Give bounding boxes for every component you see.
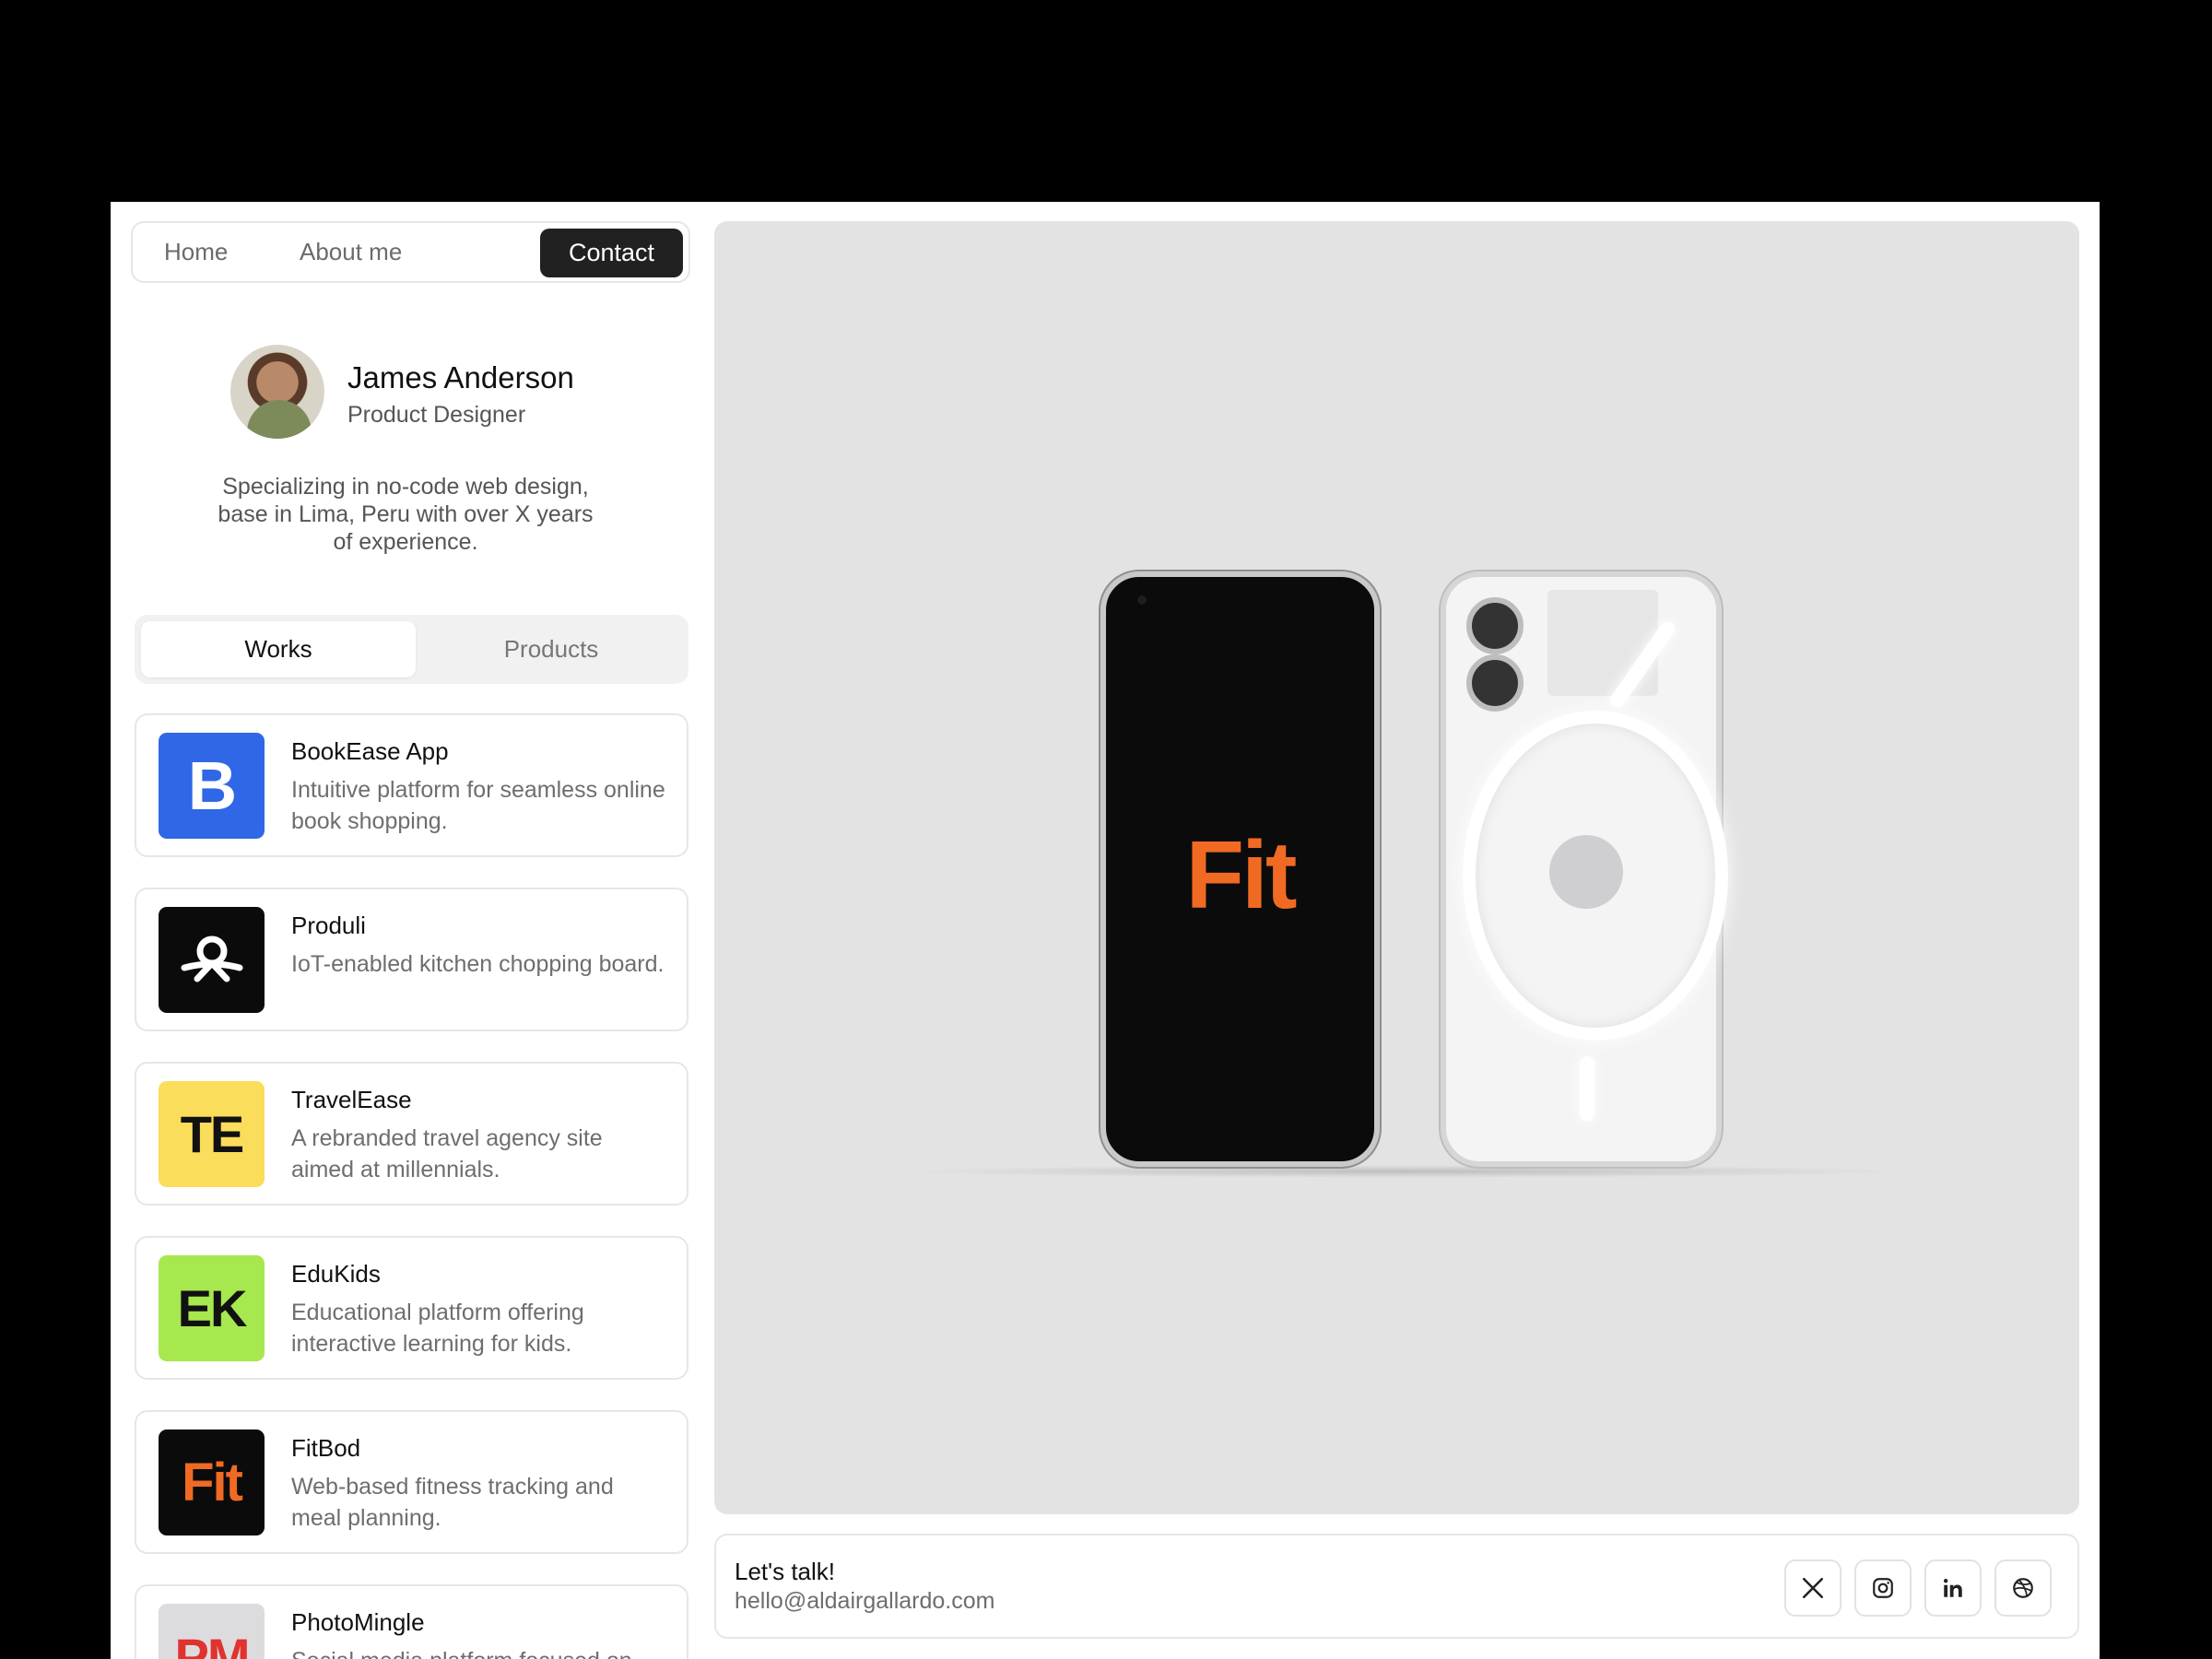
work-logo: PM	[159, 1604, 265, 1659]
portfolio-page: Home About me Contact James Anderson Pro…	[111, 202, 2100, 1659]
camera-lens	[1466, 597, 1524, 654]
contact-button[interactable]: Contact	[540, 229, 683, 277]
work-logo	[159, 907, 265, 1013]
produli-logo-icon	[181, 935, 242, 982]
back-plate	[1547, 590, 1658, 696]
hero-image: Fit	[714, 221, 2079, 1514]
dribbble-button[interactable]	[1994, 1559, 2052, 1617]
floor-shadow	[899, 1165, 1912, 1178]
instagram-button[interactable]	[1854, 1559, 1912, 1617]
camera-lens	[1466, 654, 1524, 712]
contact-heading: Let's talk!	[735, 1558, 836, 1585]
work-description: Educational platform offering interactiv…	[291, 1300, 584, 1357]
profile-bio: Specializing in no-code web design, base…	[218, 474, 594, 555]
work-logo: EK	[159, 1255, 265, 1361]
work-card[interactable]: TE TravelEase A rebranded travel agency si…	[135, 1062, 688, 1206]
x-button[interactable]	[1784, 1559, 1841, 1617]
instagram-icon	[1873, 1578, 1893, 1598]
work-title: FitBod	[291, 1434, 361, 1462]
work-logo-text: EK	[177, 1279, 248, 1337]
work-description: Web-based fitness tracking and meal plan…	[291, 1474, 614, 1531]
work-description: A rebranded travel agency site aimed at …	[291, 1125, 603, 1182]
profile-role: Product Designer	[347, 402, 526, 428]
work-title: TravelEase	[291, 1086, 412, 1113]
camera-dot	[1137, 595, 1147, 605]
work-description: Social media platform focused on	[291, 1645, 669, 1659]
work-title: PhotoMingle	[291, 1608, 425, 1636]
work-card[interactable]: Produli IoT-enabled kitchen chopping boar…	[135, 888, 688, 1031]
linkedin-button[interactable]	[1924, 1559, 1982, 1617]
contact-bar: Let's talk! hello@aldairgallardo.com	[714, 1534, 2079, 1639]
nav-about-link[interactable]: About me	[300, 223, 402, 281]
tab-products[interactable]: Products	[414, 621, 688, 677]
phone-screen-logo: Fit	[1185, 822, 1297, 929]
work-logo: B	[159, 733, 265, 839]
work-title: BookEase App	[291, 737, 449, 765]
work-logo-text: TE	[180, 1105, 245, 1163]
glyph-light	[1580, 1056, 1594, 1121]
profile-header: James Anderson Product Designer	[230, 345, 618, 439]
work-card[interactable]: Fit FitBod Web-based fitness tracking and …	[135, 1410, 688, 1554]
work-logo-text: PM	[174, 1628, 251, 1659]
top-nav: Home About me Contact	[131, 221, 690, 283]
x-icon	[1802, 1577, 1824, 1599]
work-description: Intuitive platform for seamless online b…	[291, 777, 665, 834]
works-products-tabs: Works Products	[135, 615, 688, 684]
work-card[interactable]: EK EduKids Educational platform offering i…	[135, 1236, 688, 1380]
profile-name: James Anderson	[347, 360, 574, 394]
work-logo-text: B	[187, 747, 237, 824]
work-logo-text: Fit	[182, 1453, 243, 1512]
avatar	[230, 345, 324, 439]
work-logo: Fit	[159, 1430, 265, 1535]
work-title: EduKids	[291, 1260, 381, 1288]
tab-works[interactable]: Works	[141, 621, 416, 677]
dribbble-icon	[2013, 1578, 2033, 1598]
ring-center	[1549, 835, 1623, 909]
phone-front: Fit	[1100, 571, 1380, 1167]
linkedin-icon	[1943, 1579, 1962, 1597]
contact-email[interactable]: hello@aldairgallardo.com	[735, 1588, 994, 1615]
work-card[interactable]: PM PhotoMingle Social media platform focus…	[135, 1584, 688, 1659]
work-title: Produli	[291, 912, 366, 939]
phone-back	[1441, 571, 1728, 1167]
work-description: IoT-enabled kitchen chopping board.	[291, 951, 665, 977]
nav-home-link[interactable]: Home	[164, 223, 228, 281]
work-card[interactable]: B BookEase App Intuitive platform for seam…	[135, 713, 688, 857]
work-logo: TE	[159, 1081, 265, 1187]
